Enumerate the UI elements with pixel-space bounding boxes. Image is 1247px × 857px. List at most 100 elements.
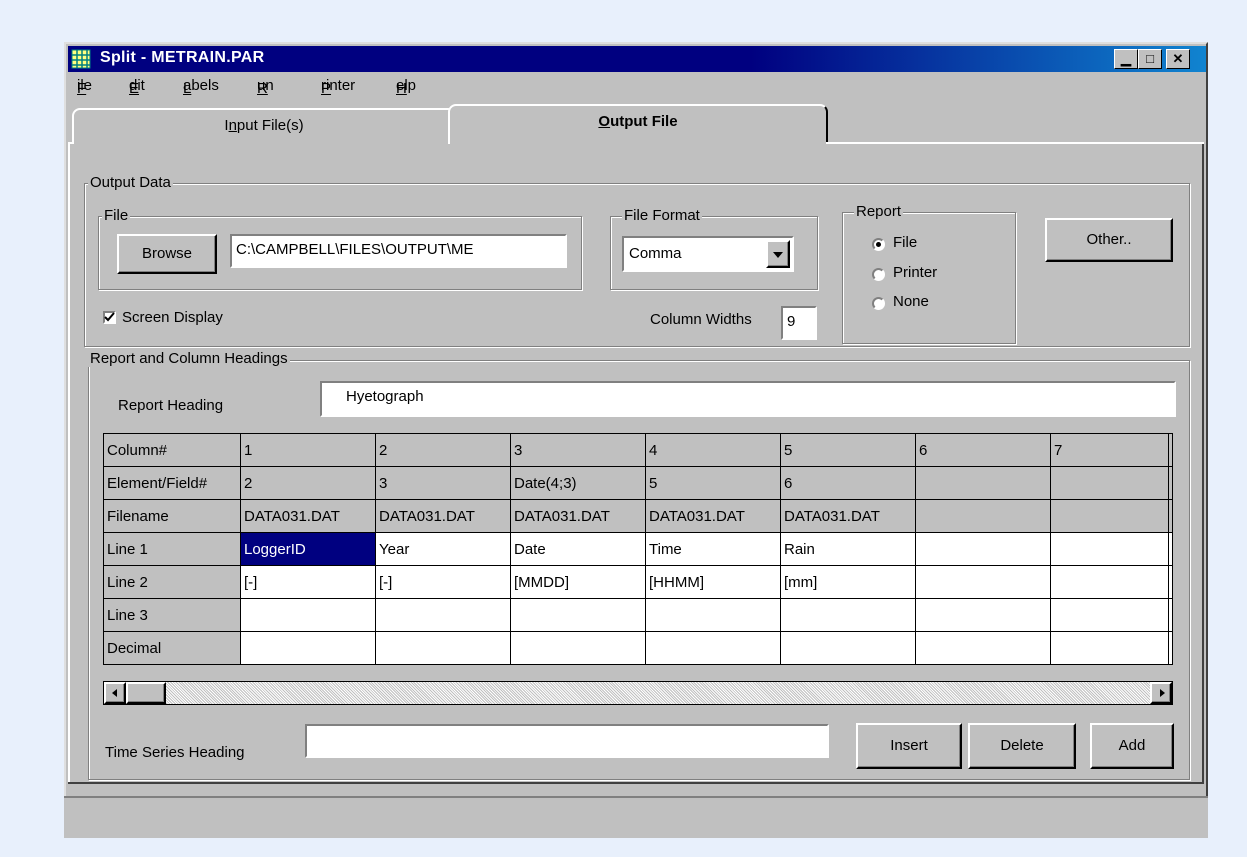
- grid-cell[interactable]: [1050, 598, 1169, 632]
- grid-cell[interactable]: Date: [510, 532, 646, 566]
- scroll-thumb[interactable]: [126, 682, 166, 704]
- time-series-heading-input[interactable]: [305, 724, 829, 758]
- grid-cell[interactable]: [375, 598, 511, 632]
- grid-cell[interactable]: Rain: [780, 532, 916, 566]
- grid-cell[interactable]: [1050, 466, 1169, 500]
- grid-cell[interactable]: [780, 598, 916, 632]
- menu-printer[interactable]: Printer: [321, 77, 355, 97]
- column-headings-grid[interactable]: Column# 1 2 3 4 5 6 7 Element/Field# 2 3 Date(4;3) 5…: [103, 433, 1173, 665]
- status-bar: [64, 796, 1208, 838]
- grid-row-header[interactable]: Element/Field#: [103, 466, 241, 500]
- tab-input-files[interactable]: Input File(s): [72, 108, 456, 144]
- grid-cell[interactable]: [915, 565, 1051, 599]
- grid-cell[interactable]: [915, 598, 1051, 632]
- grid-cell[interactable]: 3: [375, 466, 511, 500]
- grid-row-header[interactable]: Column#: [103, 433, 241, 467]
- maximize-icon: □: [1146, 51, 1154, 66]
- grid-cell[interactable]: [1050, 631, 1169, 665]
- grid-cell[interactable]: DATA031.DAT: [375, 499, 511, 533]
- close-button[interactable]: ✕: [1166, 49, 1190, 69]
- grid-cell[interactable]: Time: [645, 532, 781, 566]
- grid-cell[interactable]: [915, 631, 1051, 665]
- maximize-button[interactable]: □: [1138, 49, 1162, 69]
- grid-cell[interactable]: [-]: [375, 565, 511, 599]
- window-title: Split - METRAIN.PAR: [100, 49, 265, 66]
- grid-cell[interactable]: [915, 499, 1051, 533]
- file-format-dropdown-button[interactable]: [766, 240, 790, 268]
- scroll-right-button[interactable]: [1150, 682, 1172, 704]
- grid-cell[interactable]: 4: [645, 433, 781, 467]
- grid-cell[interactable]: DATA031.DAT: [645, 499, 781, 533]
- grid-cell[interactable]: 5: [780, 433, 916, 467]
- grid-cell[interactable]: [240, 631, 376, 665]
- grid-cell[interactable]: 5: [645, 466, 781, 500]
- grid-cell[interactable]: [915, 466, 1051, 500]
- tab-output-file[interactable]: Output File: [448, 104, 828, 144]
- add-button[interactable]: Add: [1090, 723, 1174, 769]
- grid-row-header[interactable]: Line 1: [103, 532, 241, 566]
- horizontal-scrollbar[interactable]: [103, 681, 1173, 705]
- grid-cell[interactable]: [510, 598, 646, 632]
- grid-cell[interactable]: [MMDD]: [510, 565, 646, 599]
- grid-row-header[interactable]: Filename: [103, 499, 241, 533]
- grid-cell[interactable]: [1050, 532, 1169, 566]
- grid-cell[interactable]: [375, 631, 511, 665]
- screen-display-checkbox[interactable]: [103, 311, 116, 324]
- scroll-left-button[interactable]: [104, 682, 126, 704]
- grid-cell-overflow[interactable]: [1168, 433, 1173, 467]
- menu-run[interactable]: Run: [257, 77, 274, 97]
- grid-cell[interactable]: [240, 598, 376, 632]
- column-widths-input[interactable]: 9: [781, 306, 817, 340]
- grid-cell[interactable]: [645, 631, 781, 665]
- grid-row-header[interactable]: Line 2: [103, 565, 241, 599]
- grid-cell[interactable]: [780, 631, 916, 665]
- report-printer-radio[interactable]: [872, 268, 885, 281]
- grid-cell[interactable]: [-]: [240, 565, 376, 599]
- grid-cell[interactable]: [1050, 499, 1169, 533]
- report-none-radio[interactable]: [872, 297, 885, 310]
- grid-cell[interactable]: 1: [240, 433, 376, 467]
- grid-cell[interactable]: [915, 532, 1051, 566]
- grid-row-header[interactable]: Line 3: [103, 598, 241, 632]
- insert-button[interactable]: Insert: [856, 723, 962, 769]
- grid-cell[interactable]: DATA031.DAT: [780, 499, 916, 533]
- grid-cell[interactable]: DATA031.DAT: [510, 499, 646, 533]
- grid-cell[interactable]: Date(4;3): [510, 466, 646, 500]
- grid-cell[interactable]: LoggerID: [240, 532, 376, 566]
- tab-output-file-label: Output File: [598, 113, 678, 130]
- minimize-button[interactable]: ▁: [1114, 49, 1138, 69]
- report-file-radio[interactable]: [872, 238, 885, 251]
- grid-cell-overflow[interactable]: [1168, 565, 1173, 599]
- grid-cell-overflow[interactable]: [1168, 466, 1173, 500]
- grid-cell-overflow[interactable]: [1168, 499, 1173, 533]
- grid-cell[interactable]: 2: [375, 433, 511, 467]
- file-format-select[interactable]: Comma: [622, 236, 794, 272]
- grid-cell[interactable]: 2: [240, 466, 376, 500]
- other-button[interactable]: Other..: [1045, 218, 1173, 262]
- report-heading-input[interactable]: Hyetograph: [320, 381, 1176, 417]
- grid-cell-overflow[interactable]: [1168, 598, 1173, 632]
- grid-cell[interactable]: Year: [375, 532, 511, 566]
- menu-help[interactable]: Help: [396, 77, 416, 97]
- close-icon: ✕: [1172, 51, 1184, 66]
- grid-cell-overflow[interactable]: [1168, 631, 1173, 665]
- grid-cell[interactable]: 3: [510, 433, 646, 467]
- grid-cell[interactable]: 7: [1050, 433, 1169, 467]
- grid-cell[interactable]: DATA031.DAT: [240, 499, 376, 533]
- grid-cell[interactable]: 6: [915, 433, 1051, 467]
- title-bar[interactable]: Split - METRAIN.PAR ▁ □ ✕: [68, 46, 1206, 72]
- grid-cell[interactable]: [1050, 565, 1169, 599]
- grid-row-header[interactable]: Decimal: [103, 631, 241, 665]
- menu-labels[interactable]: Labels: [183, 77, 219, 97]
- grid-cell-overflow[interactable]: [1168, 532, 1173, 566]
- menu-file[interactable]: File: [77, 77, 92, 97]
- grid-cell[interactable]: [510, 631, 646, 665]
- menu-edit[interactable]: Edit: [129, 77, 145, 97]
- grid-cell[interactable]: [mm]: [780, 565, 916, 599]
- grid-cell[interactable]: [HHMM]: [645, 565, 781, 599]
- grid-cell[interactable]: [645, 598, 781, 632]
- delete-button[interactable]: Delete: [968, 723, 1076, 769]
- browse-button[interactable]: Browse: [117, 234, 217, 274]
- output-file-path-input[interactable]: C:\CAMPBELL\FILES\OUTPUT\ME: [230, 234, 567, 268]
- grid-cell[interactable]: 6: [780, 466, 916, 500]
